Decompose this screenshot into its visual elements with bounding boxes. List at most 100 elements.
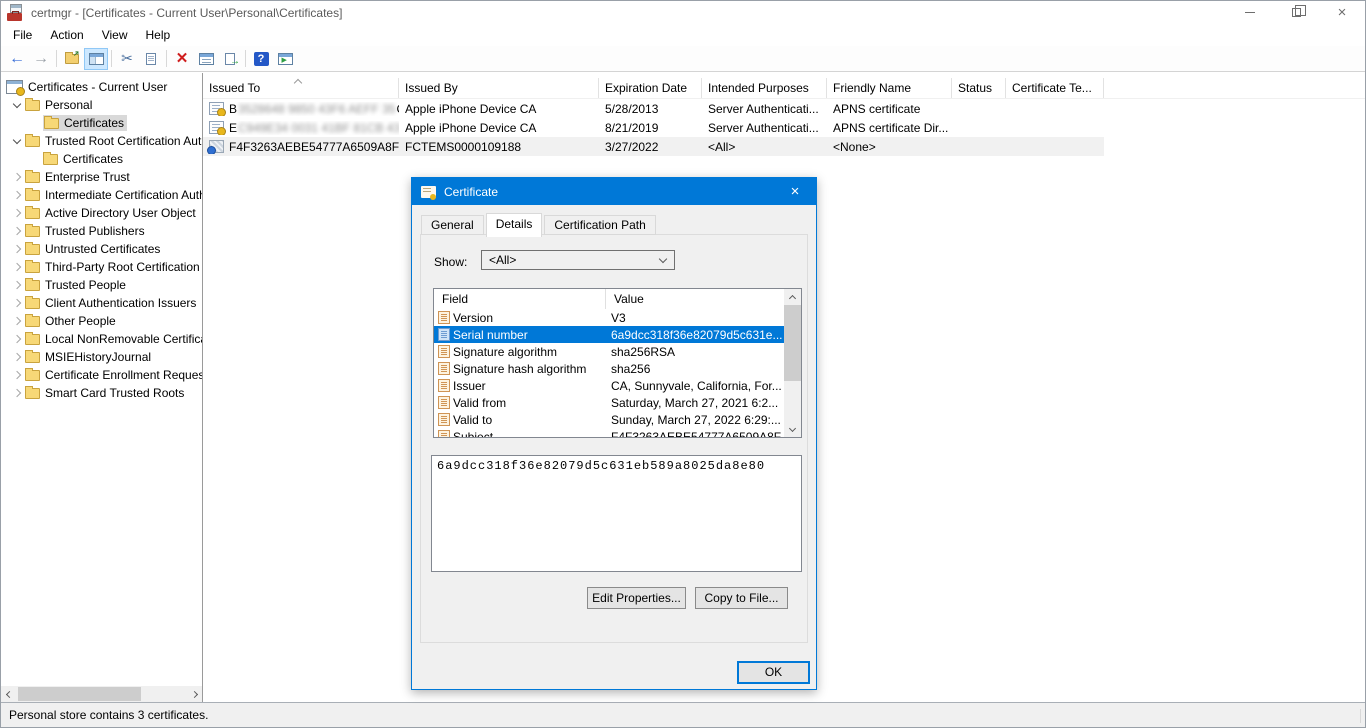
field-row[interactable]: Subject F4F3263AEBE54777A6509A8F... xyxy=(434,428,785,438)
tree-root-certificates-current-user[interactable]: Certificates - Current User xyxy=(1,78,202,96)
expand-toggle[interactable] xyxy=(9,174,25,180)
certificate-row[interactable]: B3528648 9850 43F6 AEFF 35C... Apple iPh… xyxy=(203,99,1104,118)
tree-horizontal-scrollbar[interactable] xyxy=(1,686,202,702)
ok-button[interactable]: OK xyxy=(737,661,810,684)
field-row[interactable]: Signature hash algorithm sha256 xyxy=(434,360,785,377)
properties-button[interactable] xyxy=(194,48,218,70)
tree-item-ad-user-object[interactable]: Active Directory User Object xyxy=(1,204,202,222)
close-icon: × xyxy=(1338,8,1347,18)
field-row[interactable]: Issuer CA, Sunnyvale, California, For... xyxy=(434,377,785,394)
scroll-up-arrow[interactable] xyxy=(784,289,801,304)
window-title: certmgr - [Certificates - Current User\P… xyxy=(31,6,342,20)
restore-button[interactable] xyxy=(1273,1,1319,24)
scrollbar-thumb[interactable] xyxy=(784,305,801,381)
minimize-button[interactable] xyxy=(1227,1,1273,24)
column-header-certificate-template[interactable]: Certificate Te... xyxy=(1006,78,1104,98)
expand-toggle[interactable] xyxy=(9,210,25,216)
field-value: CA, Sunnyvale, California, For... xyxy=(606,379,785,393)
new-window-button[interactable] xyxy=(273,48,297,70)
delete-button[interactable]: ✕ xyxy=(170,48,194,70)
field-row[interactable]: Valid to Sunday, March 27, 2022 6:29:... xyxy=(434,411,785,428)
menu-help[interactable]: Help xyxy=(137,25,180,45)
scroll-right-arrow[interactable] xyxy=(186,686,202,702)
tree-item-personal-certificates[interactable]: Certificates xyxy=(1,114,202,132)
certificate-dialog-icon xyxy=(421,186,436,198)
tab-details[interactable]: Details xyxy=(486,213,543,237)
column-header-intended-purposes[interactable]: Intended Purposes xyxy=(702,78,827,98)
expand-toggle[interactable] xyxy=(9,246,25,252)
tab-general[interactable]: General xyxy=(421,215,484,235)
tree-item-trusted-root[interactable]: Trusted Root Certification Authorities xyxy=(1,132,202,150)
folder-icon xyxy=(25,190,40,201)
tree-item-trusted-root-certificates[interactable]: Certificates xyxy=(1,150,202,168)
close-button[interactable]: × xyxy=(1319,1,1365,24)
back-button[interactable]: ← xyxy=(5,48,29,70)
tree-item-trusted-people[interactable]: Trusted People xyxy=(1,276,202,294)
tree-item-trusted-publishers[interactable]: Trusted Publishers xyxy=(1,222,202,240)
column-header-friendly-name[interactable]: Friendly Name xyxy=(827,78,952,98)
expand-toggle[interactable] xyxy=(9,390,25,396)
field-row[interactable]: Valid from Saturday, March 27, 2021 6:2.… xyxy=(434,394,785,411)
chevron-right-icon xyxy=(13,299,21,307)
certificate-row-selected[interactable]: F4F3263AEBE54777A6509A8FCC... FCTEMS0000… xyxy=(203,137,1104,156)
folder-icon xyxy=(25,226,40,237)
expand-toggle[interactable] xyxy=(9,300,25,306)
field-value-detail-box[interactable]: 6a9dcc318f36e82079d5c631eb589a8025da8e80 xyxy=(431,455,802,572)
expand-toggle[interactable] xyxy=(9,372,25,378)
field-value: sha256RSA xyxy=(606,345,785,359)
edit-properties-button[interactable]: Edit Properties... xyxy=(587,587,686,609)
expand-toggle[interactable] xyxy=(9,192,25,198)
tree-item-cert-enrollment-requests[interactable]: Certificate Enrollment Requests xyxy=(1,366,202,384)
tree-item-personal[interactable]: Personal xyxy=(1,96,202,114)
expand-toggle[interactable] xyxy=(9,264,25,270)
tab-certification-path[interactable]: Certification Path xyxy=(544,215,655,235)
tree-item-smart-card-trusted-roots[interactable]: Smart Card Trusted Roots xyxy=(1,384,202,402)
field-icon xyxy=(438,328,450,341)
field-value: Saturday, March 27, 2021 6:2... xyxy=(606,396,785,410)
forward-button[interactable]: → xyxy=(29,48,53,70)
menu-view[interactable]: View xyxy=(93,25,137,45)
field-row[interactable]: Version V3 xyxy=(434,309,785,326)
tree-item-enterprise-trust[interactable]: Enterprise Trust xyxy=(1,168,202,186)
grid-vertical-scrollbar[interactable] xyxy=(784,289,801,437)
expand-toggle[interactable] xyxy=(9,104,25,107)
scrollbar-thumb[interactable] xyxy=(18,687,141,701)
tree-item-third-party-root[interactable]: Third-Party Root Certification Authoriti… xyxy=(1,258,202,276)
cut-button[interactable]: ✂ xyxy=(115,48,139,70)
tree-item-intermediate-ca[interactable]: Intermediate Certification Authorities xyxy=(1,186,202,204)
scroll-left-arrow[interactable] xyxy=(1,686,17,702)
menu-file[interactable]: File xyxy=(4,25,41,45)
column-header-expiration-date[interactable]: Expiration Date xyxy=(599,78,702,98)
grid-header-value[interactable]: Value xyxy=(606,289,801,309)
copy-to-file-button[interactable]: Copy to File... xyxy=(695,587,788,609)
expand-toggle[interactable] xyxy=(9,282,25,288)
dialog-close-button[interactable]: × xyxy=(774,178,816,205)
tree-item-label: Other People xyxy=(45,314,116,328)
grid-header: Field Value xyxy=(434,289,801,309)
field-row[interactable]: Signature algorithm sha256RSA xyxy=(434,343,785,360)
scroll-down-arrow[interactable] xyxy=(784,422,801,437)
tree-item-client-auth-issuers[interactable]: Client Authentication Issuers xyxy=(1,294,202,312)
expand-toggle[interactable] xyxy=(9,318,25,324)
menu-action[interactable]: Action xyxy=(41,25,92,45)
expand-toggle[interactable] xyxy=(9,140,25,143)
up-one-level-button[interactable] xyxy=(60,48,84,70)
show-console-tree-button[interactable] xyxy=(84,48,108,70)
help-button[interactable]: ? xyxy=(249,48,273,70)
show-dropdown[interactable]: <All> xyxy=(481,250,675,270)
field-row-selected[interactable]: Serial number 6a9dcc318f36e82079d5c631e.… xyxy=(434,326,785,343)
column-header-status[interactable]: Status xyxy=(952,78,1006,98)
expand-toggle[interactable] xyxy=(9,336,25,342)
expand-toggle[interactable] xyxy=(9,354,25,360)
tree-item-msie-history-journal[interactable]: MSIEHistoryJournal xyxy=(1,348,202,366)
export-list-button[interactable] xyxy=(218,48,242,70)
grid-header-field[interactable]: Field xyxy=(434,289,606,309)
field-icon xyxy=(438,311,450,324)
tree-item-local-nonremovable[interactable]: Local NonRemovable Certificates xyxy=(1,330,202,348)
tree-item-untrusted-certificates[interactable]: Untrusted Certificates xyxy=(1,240,202,258)
column-header-issued-by[interactable]: Issued By xyxy=(399,78,599,98)
expand-toggle[interactable] xyxy=(9,228,25,234)
copy-button[interactable] xyxy=(139,48,163,70)
tree-item-other-people[interactable]: Other People xyxy=(1,312,202,330)
certificate-row[interactable]: EC949E34 0031 41BF 81CB 43C... Apple iPh… xyxy=(203,118,1104,137)
